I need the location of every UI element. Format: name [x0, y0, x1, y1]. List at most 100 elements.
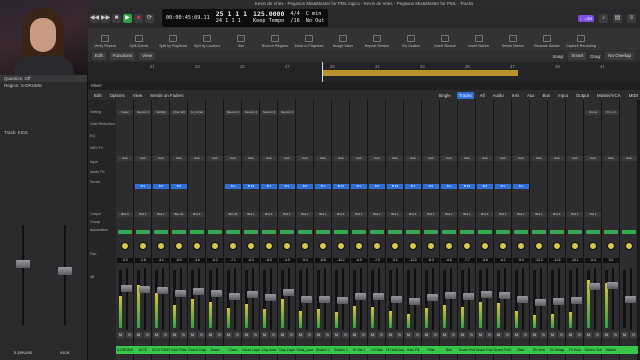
volume-fader[interactable]	[283, 288, 294, 296]
automation-read[interactable]	[244, 230, 258, 234]
track-name[interactable]: Grand Clap	[188, 346, 206, 354]
automation-read[interactable]	[190, 230, 204, 234]
mute-button[interactable]: M	[549, 332, 556, 338]
automation-read[interactable]	[154, 230, 168, 234]
mute-button[interactable]: M	[225, 332, 232, 338]
solo-button[interactable]: S	[450, 332, 457, 338]
gain-slot[interactable]: Gain	[567, 156, 583, 161]
send-slot[interactable]: B 13	[243, 184, 259, 189]
plugin-slot[interactable]: Neutron 3	[135, 110, 151, 115]
send-slot[interactable]: B 13	[333, 184, 349, 189]
channel-strip[interactable]: Neutron 3 Gain B 2 Bus 1 -8.0 M S Clap Inter	[260, 100, 278, 360]
send-slot[interactable]: B 13	[387, 184, 403, 189]
gain-slot[interactable]: Gain	[225, 156, 241, 161]
list-icon[interactable]: ≡	[627, 13, 636, 23]
mute-button[interactable]: M	[171, 332, 178, 338]
gain-slot[interactable]: Gain	[459, 156, 475, 161]
mixer-filter-audio[interactable]: Audio	[491, 92, 506, 99]
channel-strip[interactable]: Gain B 2 Bus 1 -6.6 M S Bell	[440, 100, 458, 360]
count-badge[interactable]: ♩=34	[577, 14, 594, 22]
pan-knob[interactable]	[427, 242, 435, 250]
volume-fader[interactable]	[229, 292, 240, 300]
mute-button[interactable]: M	[315, 332, 322, 338]
output-slot[interactable]: Bus 1	[441, 212, 457, 217]
gain-slot[interactable]: Gain	[387, 156, 403, 161]
volume-fader[interactable]	[463, 293, 474, 301]
volume-fader[interactable]	[337, 297, 348, 305]
gain-slot[interactable]: Gain	[603, 156, 619, 161]
channel-strip[interactable]: Gain B 2 Bus 1 -6.1 M S Snare Roll 3	[494, 100, 512, 360]
output-slot[interactable]: Bus 1	[423, 212, 439, 217]
solo-button[interactable]: S	[594, 332, 601, 338]
automation-read[interactable]	[424, 230, 438, 234]
mixer-filter-output[interactable]: Output	[574, 92, 591, 99]
solo-button[interactable]: S	[378, 332, 385, 338]
gain-slot[interactable]: Gain	[477, 156, 493, 161]
pan-knob[interactable]	[481, 242, 489, 250]
send-slot[interactable]: B 2	[351, 184, 367, 189]
mute-button[interactable]: M	[369, 332, 376, 338]
solo-button[interactable]: S	[234, 332, 241, 338]
gain-slot[interactable]: Gain	[333, 156, 349, 161]
pan-knob[interactable]	[247, 242, 255, 250]
automation-read[interactable]	[460, 230, 474, 234]
plugin-slot[interactable]: Chan EQ	[171, 110, 187, 115]
automation-read[interactable]	[568, 230, 582, 234]
mute-button[interactable]: M	[495, 332, 502, 338]
mixer-menu-item[interactable]: Sends on Faders	[148, 92, 185, 99]
drag-select[interactable]: No Overlap	[605, 52, 634, 60]
output-slot[interactable]: Bus 1	[405, 212, 421, 217]
mute-button[interactable]: M	[603, 332, 610, 338]
send-slot[interactable]: B 2	[261, 184, 277, 189]
automation-read[interactable]	[496, 230, 510, 234]
toolbar-button[interactable]: Move to Playhead	[292, 35, 326, 48]
solo-button[interactable]: S	[198, 332, 205, 338]
output-slot[interactable]: Bus 1	[387, 212, 403, 217]
send-slot[interactable]: B 6	[153, 184, 169, 189]
pan-knob[interactable]	[175, 242, 183, 250]
plugin-slot[interactable]: Ozone	[585, 110, 601, 115]
automation-read[interactable]	[172, 230, 186, 234]
mixer-filter-single[interactable]: Single	[437, 92, 453, 99]
volume-fader[interactable]	[355, 292, 366, 300]
plugin-slot[interactable]: SplitEQ	[153, 110, 169, 115]
automation-read[interactable]	[262, 230, 276, 234]
arrange-edit-menu[interactable]: Edit	[92, 52, 106, 60]
solo-button[interactable]: S	[522, 332, 529, 338]
mute-button[interactable]: M	[405, 332, 412, 338]
pan-knob[interactable]	[463, 242, 471, 250]
solo-button[interactable]: S	[630, 332, 637, 338]
solo-button[interactable]: S	[360, 332, 367, 338]
volume-fader[interactable]	[121, 284, 132, 292]
gain-slot[interactable]: Gain	[405, 156, 421, 161]
mute-button[interactable]: M	[441, 332, 448, 338]
solo-button[interactable]: S	[414, 332, 421, 338]
toolbar-button[interactable]: Repeat Section	[360, 35, 394, 48]
pan-knob[interactable]	[265, 242, 273, 250]
output-slot[interactable]: Bus 1	[153, 212, 169, 217]
track-name[interactable]: Hats Fill	[404, 346, 422, 354]
solo-button[interactable]: S	[612, 332, 619, 338]
solo-button[interactable]: S	[270, 332, 277, 338]
gain-slot[interactable]: Gain	[243, 156, 259, 161]
mixer-filter-bus[interactable]: Bus	[541, 92, 553, 99]
toolbar-button[interactable]: Bounce Regions	[258, 35, 292, 48]
mute-button[interactable]: M	[423, 332, 430, 338]
output-slot[interactable]: Bus 1	[135, 212, 151, 217]
automation-read[interactable]	[622, 230, 636, 234]
automation-read[interactable]	[334, 230, 348, 234]
plugin-slot[interactable]: Neutron 3	[279, 110, 295, 115]
channel-strip[interactable]: Gain -5.2 M S Snare	[206, 100, 224, 360]
send-slot[interactable]: B 2	[135, 184, 151, 189]
send-slot[interactable]: B 6	[477, 184, 493, 189]
automation-read[interactable]	[226, 230, 240, 234]
fader-cap[interactable]	[16, 260, 30, 268]
volume-fader[interactable]	[553, 298, 564, 306]
channel-strip[interactable]: Gain B 13 Bus 1 -9.1 M S Hi Hats long	[386, 100, 404, 360]
solo-button[interactable]: S	[126, 332, 133, 338]
playhead[interactable]	[322, 62, 323, 84]
volume-fader[interactable]	[409, 297, 420, 305]
track-name[interactable]: Stereo Out	[584, 346, 602, 354]
output-slot[interactable]: Bus 1	[315, 212, 331, 217]
pan-knob[interactable]	[553, 242, 561, 250]
